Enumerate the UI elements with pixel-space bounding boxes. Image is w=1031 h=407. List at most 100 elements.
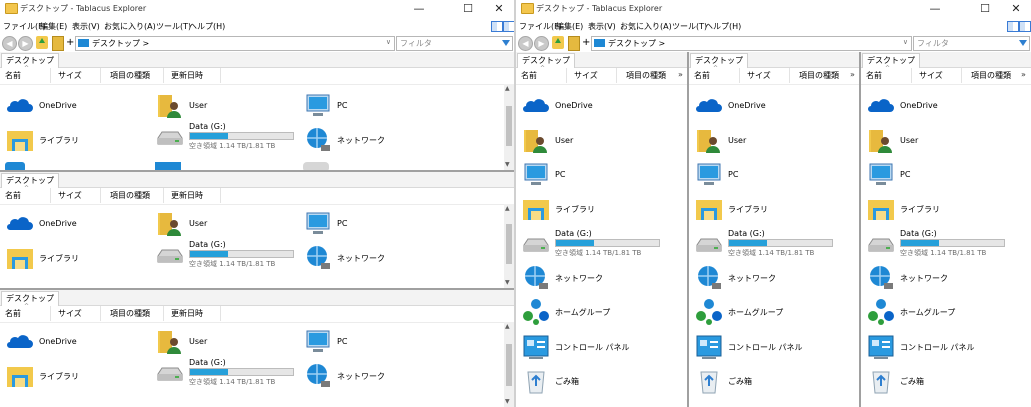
column-size[interactable]: サイズ (58, 308, 82, 319)
tab-desktop[interactable]: デスクトップ (1, 53, 59, 68)
close-button[interactable]: ✕ (1001, 1, 1031, 16)
column-size[interactable]: サイズ (574, 70, 598, 81)
item-network[interactable]: ネットワーク (303, 125, 443, 155)
item-library[interactable]: ライブラリ (5, 361, 145, 391)
tab-desktop[interactable]: デスクトップ (517, 53, 575, 68)
address-bar[interactable]: デスクトップ > ∨ (75, 36, 395, 51)
column-divider[interactable] (220, 188, 221, 203)
column-divider[interactable] (163, 306, 164, 321)
item-network[interactable]: ネットワーク (866, 263, 1016, 293)
item-library[interactable]: ライブラリ (5, 243, 145, 273)
item-homegroup[interactable]: ホームグループ (694, 297, 844, 327)
item-drive[interactable]: Data (G:) 空き領域 1.14 TB/1.81 TB (155, 357, 300, 387)
menu-tools[interactable]: ツール(T) (156, 21, 191, 32)
item-pc[interactable]: PC (303, 327, 443, 357)
item-pc[interactable]: PC (694, 160, 844, 190)
item-onedrive[interactable]: OneDrive (5, 209, 145, 239)
column-divider[interactable] (100, 68, 101, 83)
column-divider[interactable] (50, 306, 51, 321)
menu-favorites[interactable]: お気に入り(A) (620, 21, 672, 32)
item-network[interactable]: ネットワーク (521, 263, 671, 293)
column-name[interactable]: 名前 (5, 70, 21, 81)
item-pc[interactable]: PC (303, 209, 443, 239)
scroll-up-icon[interactable]: ▲ (505, 323, 510, 330)
menu-edit[interactable]: 編集(E) (556, 21, 583, 32)
column-divider[interactable] (163, 68, 164, 83)
up-folder-icon[interactable] (552, 36, 564, 49)
column-size[interactable]: サイズ (919, 70, 943, 81)
item-library[interactable]: ライブラリ (521, 194, 671, 224)
address-dropdown[interactable]: ∨ (903, 38, 908, 46)
menu-view[interactable]: 表示(V) (72, 21, 100, 32)
column-type[interactable]: 項目の種類 (110, 308, 150, 319)
column-divider[interactable] (961, 68, 962, 83)
item-library[interactable]: ライブラリ (5, 125, 145, 155)
column-name[interactable]: 名前 (5, 308, 21, 319)
item-user[interactable]: User (155, 91, 295, 121)
more-columns-icon[interactable]: » (678, 70, 683, 79)
tab-desktop[interactable]: デスクトップ (862, 53, 920, 68)
item-library[interactable]: ライブラリ (866, 194, 1016, 224)
column-type[interactable]: 項目の種類 (626, 70, 666, 81)
up-folder-icon[interactable] (36, 36, 48, 49)
layout-icon[interactable] (1019, 21, 1031, 32)
vertical-scrollbar[interactable]: ▲ ▼ (504, 204, 514, 288)
column-name[interactable]: 名前 (521, 70, 537, 81)
column-divider[interactable] (163, 188, 164, 203)
back-button[interactable]: ◀ (2, 36, 17, 51)
column-divider[interactable] (100, 306, 101, 321)
tab-desktop[interactable]: デスクトップ (1, 291, 59, 306)
item-user[interactable]: User (866, 126, 1016, 156)
item-drive[interactable]: Data (G:) 空き領域 1.14 TB/1.81 TB (521, 228, 671, 258)
item-network[interactable]: ネットワーク (303, 243, 443, 273)
item-network[interactable]: ネットワーク (694, 263, 844, 293)
item-drive[interactable]: Data (G:) 空き領域 1.14 TB/1.81 TB (155, 121, 300, 151)
scroll-down-icon[interactable]: ▼ (505, 161, 510, 168)
item-onedrive[interactable]: OneDrive (521, 91, 671, 121)
item-recycle-bin[interactable]: ごみ箱 (866, 366, 1016, 396)
filter-input[interactable]: フィルタ (913, 36, 1030, 51)
column-size[interactable]: サイズ (58, 70, 82, 81)
menu-favorites[interactable]: お気に入り(A) (104, 21, 156, 32)
menu-help[interactable]: ヘルプ(H) (189, 21, 225, 32)
column-type[interactable]: 項目の種類 (110, 70, 150, 81)
scroll-down-icon[interactable]: ▼ (505, 398, 510, 405)
item-pc[interactable]: PC (866, 160, 1016, 190)
item-library[interactable]: ライブラリ (694, 194, 844, 224)
menu-view[interactable]: 表示(V) (588, 21, 616, 32)
menu-edit[interactable]: 編集(E) (40, 21, 67, 32)
menu-tools[interactable]: ツール(T) (672, 21, 707, 32)
item-drive[interactable]: Data (G:) 空き領域 1.14 TB/1.81 TB (155, 239, 300, 269)
column-name[interactable]: 名前 (5, 190, 21, 201)
column-modified[interactable]: 更新日時 (171, 308, 203, 319)
item-drive[interactable]: Data (G:) 空き領域 1.14 TB/1.81 TB (866, 228, 1016, 258)
item-recycle-bin[interactable]: ごみ箱 (521, 366, 671, 396)
forward-button[interactable]: ▶ (18, 36, 33, 51)
item-onedrive[interactable]: OneDrive (694, 91, 844, 121)
item-onedrive[interactable]: OneDrive (5, 91, 145, 121)
minimize-button[interactable]: — (920, 1, 950, 16)
item-network[interactable]: ネットワーク (303, 361, 443, 391)
column-name[interactable]: 名前 (694, 70, 710, 81)
menu-help[interactable]: ヘルプ(H) (705, 21, 741, 32)
filter-icon[interactable] (1019, 40, 1027, 46)
column-name[interactable]: 名前 (866, 70, 882, 81)
scroll-up-icon[interactable]: ▲ (505, 205, 510, 212)
column-divider[interactable] (789, 68, 790, 83)
item-user[interactable]: User (155, 327, 295, 357)
back-button[interactable]: ◀ (518, 36, 533, 51)
layout-icon[interactable] (503, 21, 514, 32)
item-user[interactable]: User (521, 126, 671, 156)
item-drive[interactable]: Data (G:) 空き領域 1.14 TB/1.81 TB (694, 228, 844, 258)
bookmarks-icon[interactable] (52, 36, 64, 51)
column-size[interactable]: サイズ (58, 190, 82, 201)
column-divider[interactable] (100, 188, 101, 203)
more-columns-icon[interactable]: » (850, 70, 855, 79)
column-type[interactable]: 項目の種類 (799, 70, 839, 81)
column-modified[interactable]: 更新日時 (171, 190, 203, 201)
item-onedrive[interactable]: OneDrive (866, 91, 1016, 121)
minimize-button[interactable]: — (404, 1, 434, 16)
scroll-thumb[interactable] (506, 224, 512, 264)
filter-icon[interactable] (502, 40, 510, 46)
column-divider[interactable] (220, 306, 221, 321)
